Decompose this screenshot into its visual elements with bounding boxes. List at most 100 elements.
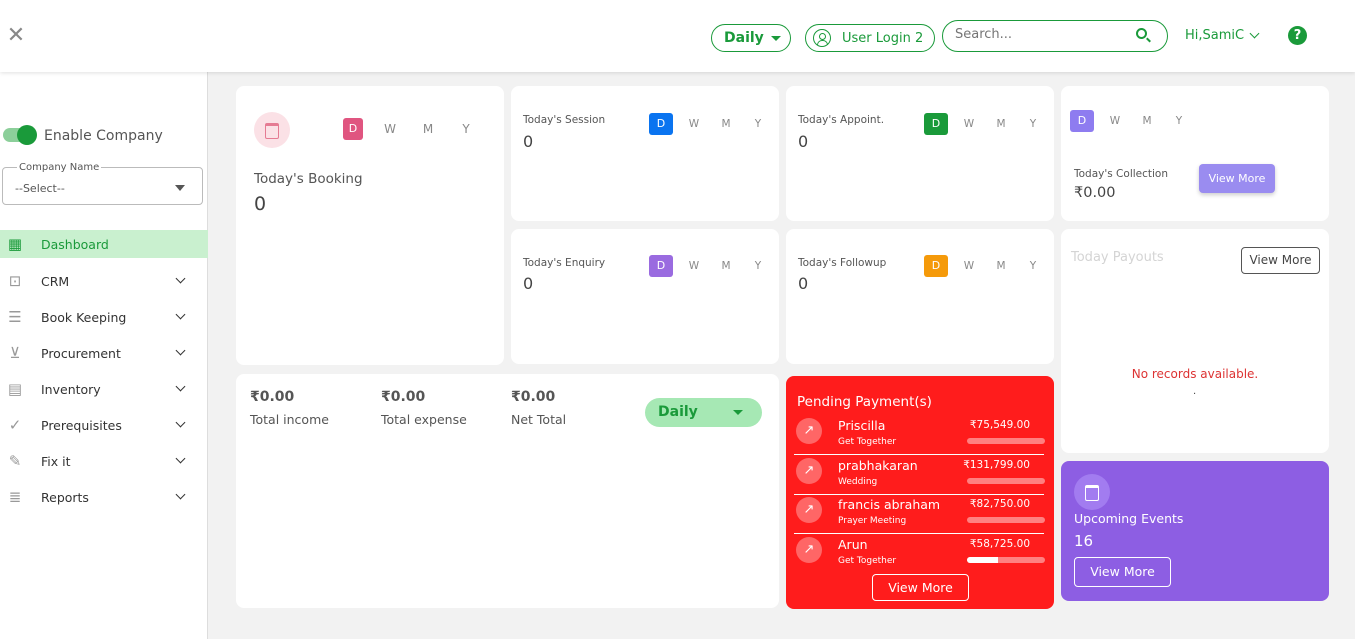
user-login-button[interactable]: User Login 2 <box>805 24 935 52</box>
search-input[interactable] <box>955 27 1125 42</box>
payment-progress-bar <box>967 438 1045 444</box>
search-icon[interactable] <box>1136 28 1147 39</box>
chevron-down-icon <box>175 417 186 428</box>
pending-payment-row[interactable]: ↗ Arun Get Together ₹58,725.00 <box>794 535 1045 575</box>
check-circle-icon: ✓ <box>8 416 22 434</box>
period-y-button[interactable]: Y <box>455 122 477 136</box>
period-m-button[interactable]: M <box>990 118 1012 130</box>
sidebar-item-book-keeping[interactable]: ☰ Book Keeping <box>0 303 208 331</box>
sidebar: Enable Company Company Name --Select-- ▦… <box>0 72 208 639</box>
period-w-button[interactable]: W <box>958 260 980 272</box>
period-d-button[interactable]: D <box>924 113 948 135</box>
collection-view-more-button[interactable]: View More <box>1199 164 1275 193</box>
briefcase-icon: ⊡ <box>8 272 22 290</box>
payouts-dot: . <box>1193 386 1197 397</box>
period-d-button[interactable]: D <box>649 113 673 135</box>
company-select[interactable]: Company Name --Select-- <box>2 162 203 205</box>
close-icon[interactable]: ✕ <box>6 25 26 47</box>
period-d-button[interactable]: D <box>343 118 363 140</box>
user-login-label: User Login 2 <box>842 30 924 46</box>
period-m-button[interactable]: M <box>715 260 737 272</box>
period-w-button[interactable]: W <box>958 118 980 130</box>
payouts-title: Today Payouts <box>1071 250 1164 265</box>
collection-period-selector: D W M Y <box>1070 110 1200 132</box>
enquiry-period-selector: D W M Y <box>649 255 779 277</box>
period-y-button[interactable]: Y <box>1168 115 1190 127</box>
payouts-view-more-button[interactable]: View More <box>1241 247 1320 274</box>
sidebar-item-reports[interactable]: ≣ Reports <box>0 483 208 511</box>
pending-payments-title: Pending Payment(s) <box>797 394 932 410</box>
pending-payment-row[interactable]: ↗ francis abraham Prayer Meeting ₹82,750.00 <box>794 495 1045 535</box>
followup-value: 0 <box>798 274 809 293</box>
period-w-button[interactable]: W <box>683 118 705 130</box>
wrench-icon: ✎ <box>8 452 22 470</box>
payer-name: Arun <box>838 537 868 552</box>
dashboard-icon: ▦ <box>7 235 23 253</box>
totals-period-dropdown[interactable]: Daily <box>645 398 762 427</box>
caret-down-icon <box>733 410 743 415</box>
payer-event: Get Together <box>838 556 897 566</box>
row-divider <box>794 533 1044 534</box>
calendar-icon <box>254 112 290 148</box>
collection-value: ₹0.00 <box>1074 185 1116 201</box>
period-dropdown[interactable]: Daily <box>711 24 791 52</box>
sidebar-item-dashboard[interactable]: ▦ Dashboard <box>0 230 208 258</box>
top-header: ✕ Daily User Login 2 Hi,SamiC ? <box>0 0 1355 72</box>
net-total-value: ₹0.00 <box>511 389 556 405</box>
session-card: Today's Session 0 D W M Y <box>511 86 779 221</box>
payment-progress-bar <box>967 478 1045 484</box>
events-view-more-button[interactable]: View More <box>1074 557 1171 587</box>
chevron-down-icon <box>175 489 186 500</box>
trending-up-icon: ↗ <box>796 458 822 484</box>
session-label: Today's Session <box>523 114 606 126</box>
period-w-button[interactable]: W <box>1104 115 1126 127</box>
period-d-button[interactable]: D <box>649 255 673 277</box>
payer-event: Get Together <box>838 437 897 447</box>
period-w-button[interactable]: W <box>683 260 705 272</box>
pending-payment-row[interactable]: ↗ Priscilla Get Together ₹75,549.00 <box>794 416 1045 456</box>
period-y-button[interactable]: Y <box>747 260 769 272</box>
appointment-label: Today's Appoint. <box>798 114 885 126</box>
trending-up-icon: ↗ <box>796 497 822 523</box>
caret-down-icon <box>175 185 185 191</box>
user-greeting[interactable]: Hi,SamiC <box>1185 28 1244 43</box>
row-divider <box>794 454 1044 455</box>
help-icon[interactable]: ? <box>1288 26 1307 45</box>
payment-progress-bar <box>967 517 1045 523</box>
period-w-button[interactable]: W <box>379 122 401 136</box>
sidebar-item-inventory[interactable]: ▤ Inventory <box>0 375 208 403</box>
total-income-label: Total income <box>250 412 329 427</box>
period-y-button[interactable]: Y <box>747 118 769 130</box>
period-d-button[interactable]: D <box>1070 110 1094 132</box>
trending-up-icon: ↗ <box>796 418 822 444</box>
period-m-button[interactable]: M <box>1136 115 1158 127</box>
enquiry-value: 0 <box>523 274 534 293</box>
period-m-button[interactable]: M <box>417 122 439 136</box>
calendar-plus-icon <box>1074 474 1110 510</box>
period-dropdown-label: Daily <box>724 30 764 46</box>
pending-view-more-button[interactable]: View More <box>872 574 969 601</box>
followup-period-selector: D W M Y <box>924 255 1054 277</box>
booking-label: Today's Booking <box>254 171 363 187</box>
chevron-down-icon[interactable] <box>1249 28 1260 39</box>
payment-amount: ₹58,725.00 <box>969 538 1030 550</box>
period-m-button[interactable]: M <box>990 260 1012 272</box>
enable-company-toggle[interactable] <box>3 125 37 145</box>
sidebar-item-prerequisites[interactable]: ✓ Prerequisites <box>0 411 208 439</box>
period-m-button[interactable]: M <box>715 118 737 130</box>
enquiry-label: Today's Enquiry <box>523 257 606 269</box>
period-y-button[interactable]: Y <box>1022 260 1044 272</box>
sidebar-item-fix-it[interactable]: ✎ Fix it <box>0 447 208 475</box>
period-d-button[interactable]: D <box>924 255 948 277</box>
caret-down-icon <box>770 35 781 41</box>
sidebar-item-procurement[interactable]: ⊻ Procurement <box>0 339 208 367</box>
pending-payment-row[interactable]: ↗ prabhakaran Wedding ₹131,799.00 <box>794 456 1045 496</box>
payer-name: prabhakaran <box>838 458 918 473</box>
appointment-period-selector: D W M Y <box>924 113 1054 135</box>
period-y-button[interactable]: Y <box>1022 118 1044 130</box>
total-income-value: ₹0.00 <box>250 389 295 405</box>
upcoming-events-count: 16 <box>1074 532 1094 550</box>
enable-company-label: Enable Company <box>44 128 163 144</box>
sidebar-item-crm[interactable]: ⊡ CRM <box>0 267 208 295</box>
sidebar-item-label: Prerequisites <box>41 417 122 433</box>
